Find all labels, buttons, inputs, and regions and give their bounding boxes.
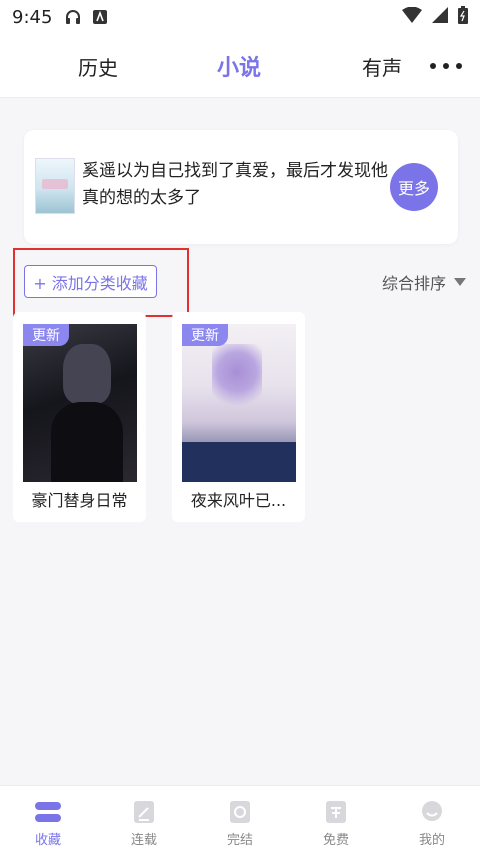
top-navigation: 历史 小说 有声: [0, 34, 480, 98]
sort-label: 综合排序: [381, 274, 446, 293]
book-cover[interactable]: [23, 324, 137, 482]
serial-icon: [130, 798, 158, 826]
battery-icon: [458, 5, 468, 29]
nav-label: 连载: [130, 833, 157, 848]
free-icon: [322, 798, 350, 826]
nav-item-free[interactable]: 免费: [288, 786, 384, 852]
tab-history[interactable]: 历史: [78, 34, 118, 98]
add-category-button[interactable]: + 添加分类收藏: [24, 265, 157, 298]
favorites-icon: [34, 798, 62, 826]
more-options-icon[interactable]: [430, 56, 462, 76]
wifi-icon: [402, 6, 422, 28]
nav-item-completed[interactable]: 完结: [192, 786, 288, 852]
book-card[interactable]: 更新 豪门替身日常: [13, 312, 146, 522]
nav-item-favorites[interactable]: 收藏: [0, 786, 96, 852]
nav-label: 我的: [418, 833, 445, 848]
signal-icon: [432, 6, 448, 28]
bottom-navigation: 收藏 连载 完结 免费 我的: [0, 785, 480, 852]
update-badge: 更新: [182, 324, 228, 346]
book-title[interactable]: 豪门替身日常: [13, 484, 146, 514]
app-notification-icon: [92, 9, 108, 25]
profile-icon: [418, 798, 446, 826]
nav-label: 免费: [322, 833, 349, 848]
nav-label: 完结: [226, 833, 253, 848]
tab-audio[interactable]: 有声: [362, 34, 402, 98]
recommendation-card[interactable]: 奚遥以为自己找到了真爱，最后才发现他真的想的太多了 更多: [24, 130, 458, 244]
recommendation-text[interactable]: 奚遥以为自己找到了真爱，最后才发现他真的想的太多了: [82, 158, 390, 212]
tab-novel[interactable]: 小说: [217, 34, 261, 98]
book-title[interactable]: 夜来风叶已...: [172, 484, 305, 514]
book-card[interactable]: 更新 夜来风叶已...: [172, 312, 305, 522]
book-cover[interactable]: [182, 324, 296, 482]
nav-item-serial[interactable]: 连载: [96, 786, 192, 852]
status-bar: 9:45: [0, 0, 480, 34]
status-time: 9:45: [12, 6, 53, 28]
headphones-icon: [64, 8, 82, 26]
sort-dropdown[interactable]: 综合排序: [382, 270, 466, 294]
nav-item-mine[interactable]: 我的: [384, 786, 480, 852]
recommendation-cover[interactable]: [35, 158, 75, 214]
nav-label: 收藏: [34, 833, 61, 848]
more-button[interactable]: 更多: [390, 163, 438, 211]
dropdown-triangle-icon: [454, 278, 466, 286]
completed-icon: [226, 798, 254, 826]
update-badge: 更新: [23, 324, 69, 346]
